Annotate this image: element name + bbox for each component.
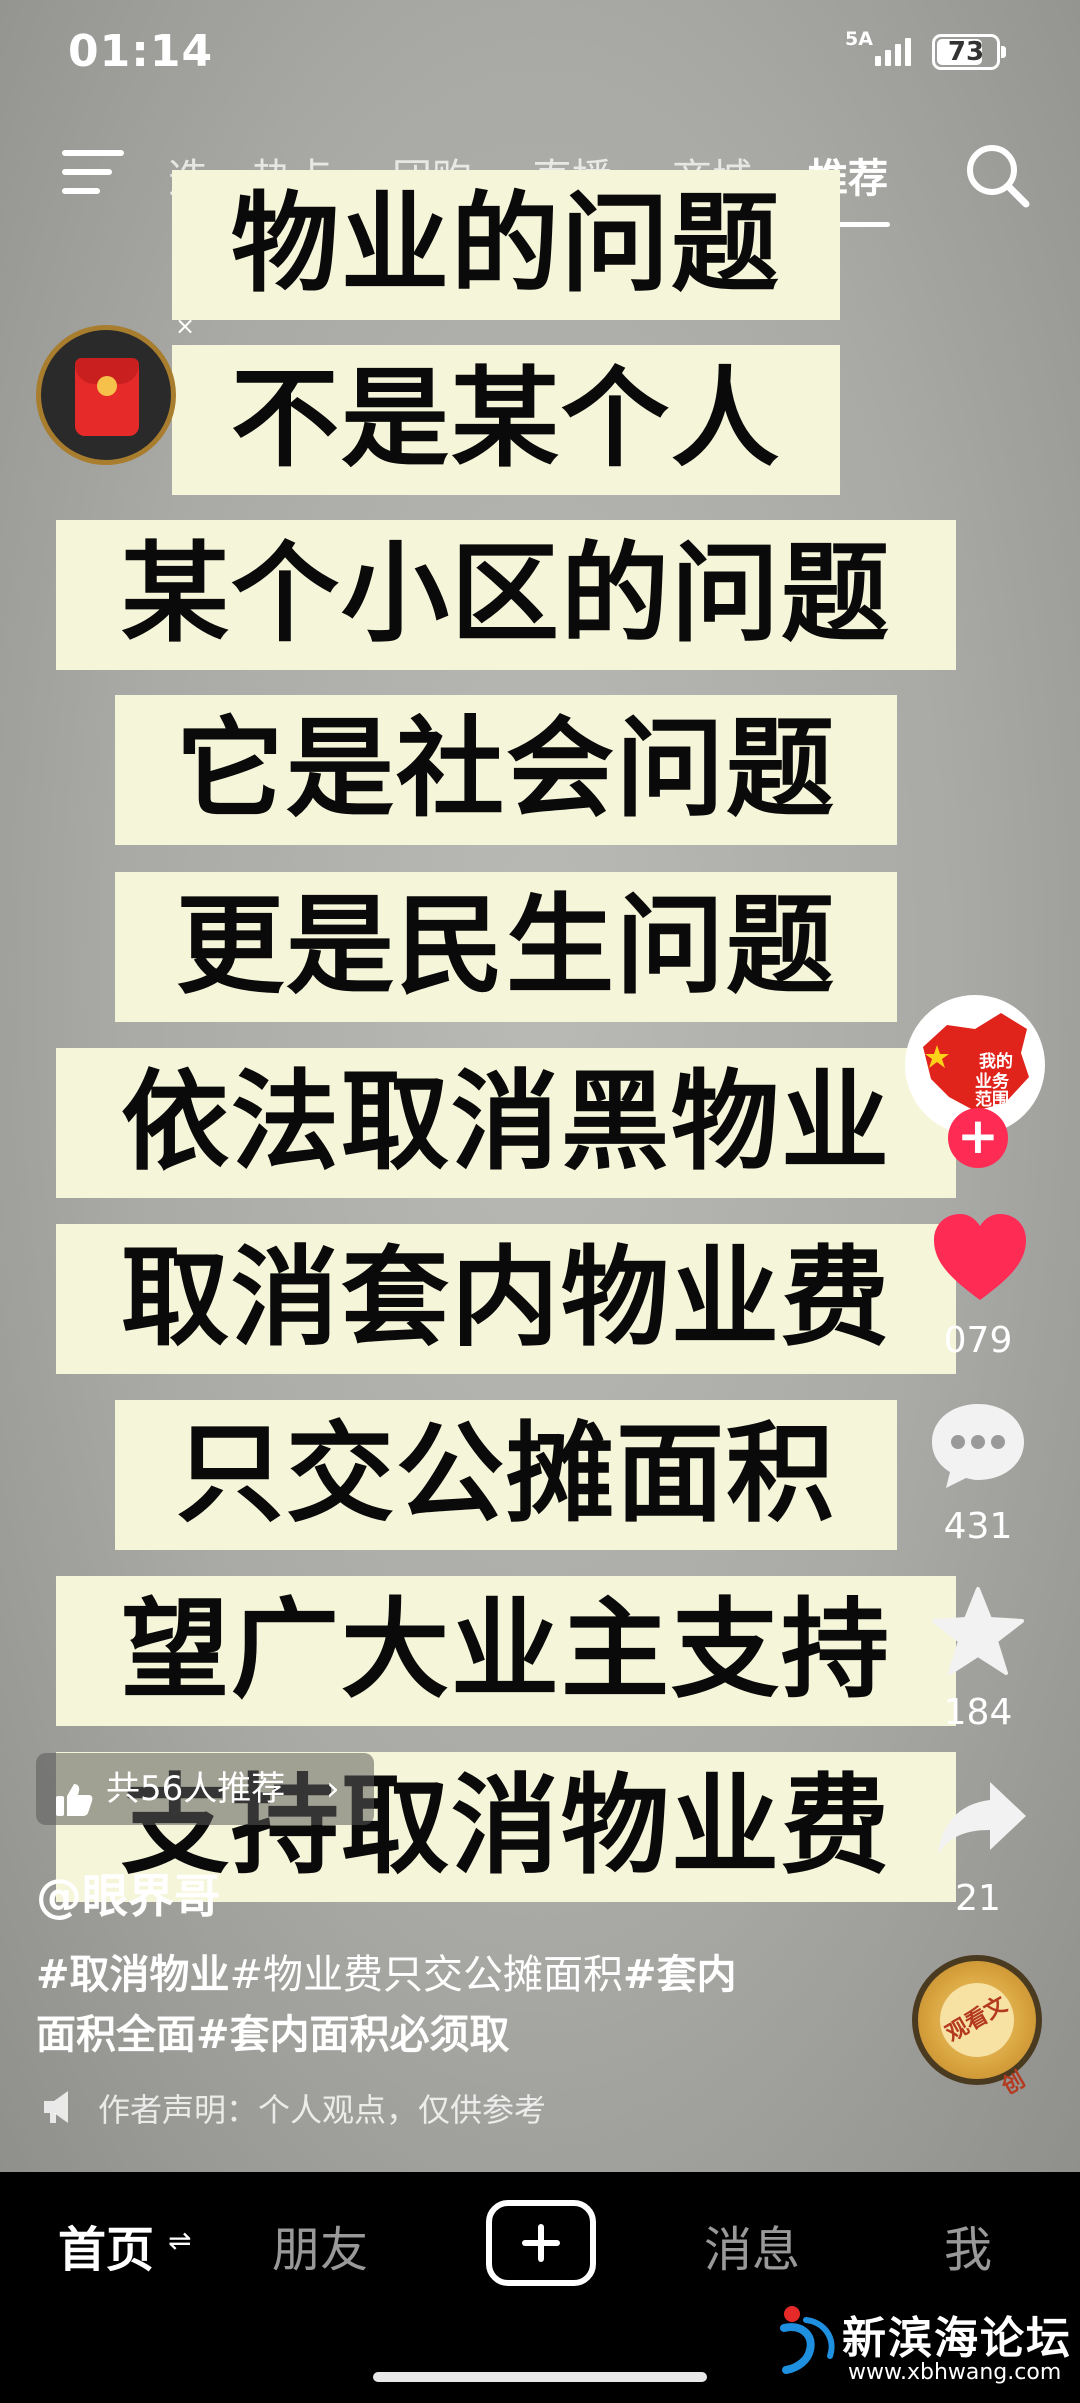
create-button[interactable] xyxy=(486,2200,596,2286)
nav-me[interactable]: 我 xyxy=(944,2210,992,2280)
follow-button[interactable]: + xyxy=(948,1108,1008,1168)
caption-line: 不是某个人 xyxy=(172,345,840,495)
recommend-label: 共56人推荐 xyxy=(106,1769,286,1809)
author-name[interactable]: @眼界哥 xyxy=(36,1860,220,1926)
caption-line: 某个小区的问题 xyxy=(56,520,956,670)
nav-home[interactable]: 首页 xyxy=(58,2210,154,2280)
favorite-star-icon[interactable] xyxy=(930,1585,1026,1681)
caption-line: 更是民生问题 xyxy=(115,872,897,1022)
favorite-count: 184 xyxy=(943,1692,1013,1733)
heart-icon[interactable] xyxy=(930,1212,1030,1308)
signal-icon: 5A xyxy=(845,30,925,74)
red-packet-widget[interactable] xyxy=(36,325,176,465)
nav-friends[interactable]: 朋友 xyxy=(272,2210,368,2280)
recommend-chip[interactable]: 共56人推荐 › xyxy=(36,1753,374,1825)
music-label: 观看文创 xyxy=(926,1969,1030,2100)
red-envelope-icon xyxy=(75,358,139,436)
caption-line: 依法取消黑物业 xyxy=(56,1048,956,1198)
caption-line: 只交公摊面积 xyxy=(115,1400,897,1550)
watermark-url: www.xbhwang.com xyxy=(848,2360,1062,2385)
menu-icon[interactable] xyxy=(62,150,124,194)
speaker-icon xyxy=(40,2089,84,2133)
network-type: 5A xyxy=(845,28,873,50)
like-count: 079 xyxy=(943,1320,1013,1361)
close-icon[interactable]: × xyxy=(175,312,195,340)
caption-line: 物业的问题 xyxy=(172,170,840,320)
hashtag[interactable]: #物业费只交公摊面积 xyxy=(230,1952,624,1998)
battery-icon: 73 xyxy=(932,34,1006,70)
description-line-2[interactable]: 面积全面#套内面积必须取 xyxy=(36,2005,856,2065)
caption-line: 取消套内物业费 xyxy=(56,1224,956,1374)
avatar-label-line2: 业务 xyxy=(975,1071,1010,1092)
battery-level: 73 xyxy=(947,37,985,67)
music-disc[interactable]: 观看文创 xyxy=(912,1955,1042,2100)
thumbs-up-icon xyxy=(54,1771,94,1843)
watermark-name: 新滨海论坛 xyxy=(842,2313,1072,2364)
switch-icon[interactable]: ⇌ xyxy=(168,2224,191,2257)
statement-text: 作者声明：个人观点，仅供参考 xyxy=(98,2091,547,2129)
comment-icon[interactable] xyxy=(928,1400,1028,1496)
share-icon[interactable] xyxy=(934,1778,1030,1862)
search-icon[interactable] xyxy=(962,140,1034,212)
hashtag[interactable]: #取消物业 xyxy=(36,1952,230,1998)
hashtag[interactable]: #套内 xyxy=(623,1952,737,1998)
chevron-right-icon: › xyxy=(326,1769,340,1809)
video-description[interactable]: #取消物业#物业费只交公摊面积#套内 面积全面#套内面积必须取 xyxy=(36,1945,856,2065)
caption-line: 望广大业主支持 xyxy=(56,1576,956,1726)
nav-messages[interactable]: 消息 xyxy=(704,2210,800,2280)
comment-count: 431 xyxy=(943,1506,1013,1547)
status-bar: 01:14 5A 73 xyxy=(0,0,1080,110)
video-feed[interactable]: 01:14 5A 73 选 热点 团购 直播 商城 推荐 物业的问题 xyxy=(0,0,1080,2172)
status-time: 01:14 xyxy=(68,26,214,77)
forum-logo-icon xyxy=(780,2304,838,2378)
caption-line: 它是社会问题 xyxy=(115,695,897,845)
share-count: 21 xyxy=(955,1878,1001,1919)
avatar-label-line1: 我的 xyxy=(979,1051,1013,1072)
home-indicator[interactable] xyxy=(373,2372,707,2382)
forum-watermark: 新滨海论坛 www.xbhwang.com xyxy=(780,2298,1080,2398)
